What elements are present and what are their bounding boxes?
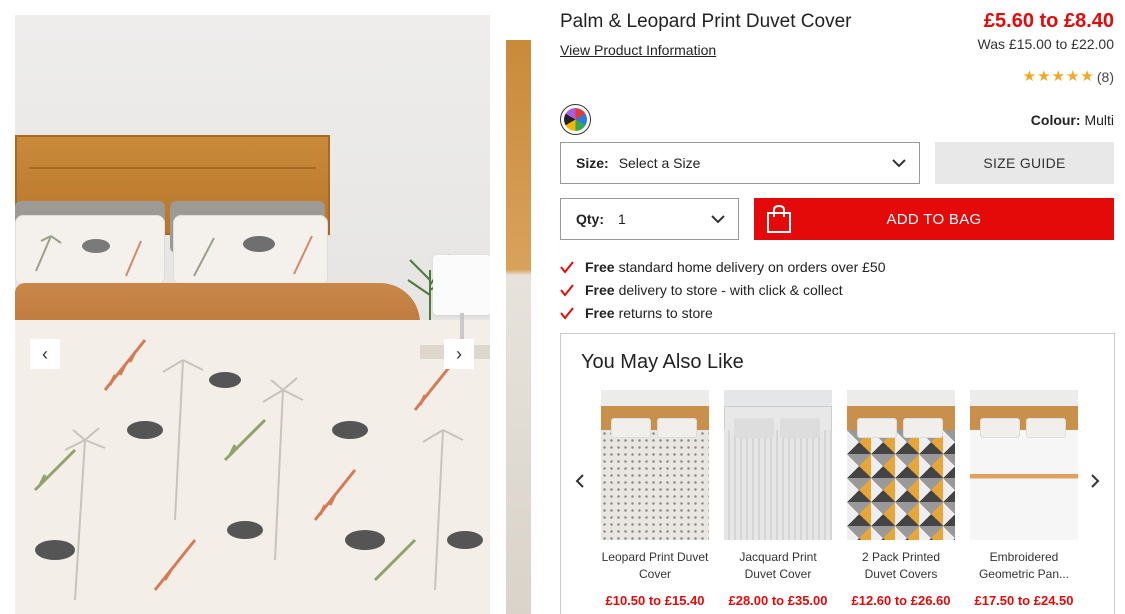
chevron-left-icon: ‹ — [42, 343, 48, 364]
recommendation-card[interactable]: Jacquard Print Duvet Cover £28.00 to £35… — [724, 390, 832, 608]
view-product-information-link[interactable]: View Product Information — [560, 42, 716, 58]
product-gallery: ‹ › — [15, 15, 490, 614]
star-icon: ★ — [1080, 68, 1094, 85]
colour-label: Colour: Multi — [1031, 112, 1114, 128]
recommendation-image[interactable] — [847, 390, 955, 540]
recommendation-card[interactable]: 2 Pack Printed Duvet Covers £12.60 to £2… — [847, 390, 955, 608]
delivery-item: Free returns to store — [560, 301, 886, 324]
chevron-left-icon — [575, 474, 584, 488]
gallery-next-button[interactable]: › — [444, 339, 474, 369]
recommendation-price: £17.50 to £24.50 — [974, 593, 1074, 608]
review-count[interactable]: (8) — [1097, 69, 1114, 85]
recommendation-name[interactable]: Embroidered Geometric Pan... — [970, 549, 1078, 585]
recommendations-title: You May Also Like — [581, 351, 744, 373]
qty-label: Qty: — [576, 211, 604, 227]
delivery-free: Free — [585, 304, 615, 321]
image-pillow — [173, 215, 328, 285]
star-icon: ★ — [1022, 68, 1037, 85]
recommendations-next-button[interactable] — [1085, 471, 1105, 491]
chevron-right-icon: › — [456, 343, 462, 364]
colour-label-key: Colour: — [1030, 112, 1081, 128]
size-guide-button[interactable]: SIZE GUIDE — [935, 142, 1114, 184]
checkmark-icon — [560, 260, 574, 274]
recommendation-price: £10.50 to £15.40 — [605, 593, 705, 608]
recommendation-image[interactable] — [724, 390, 832, 540]
delivery-item: Free delivery to store - with click & co… — [560, 278, 886, 301]
gallery-prev-button[interactable]: ‹ — [30, 339, 60, 369]
colour-swatch-multi[interactable] — [560, 104, 591, 135]
delivery-text: standard home delivery on orders over £5… — [618, 258, 886, 275]
image-duvet — [15, 320, 490, 614]
add-to-bag-button[interactable]: ADD TO BAG — [754, 198, 1114, 240]
checkmark-icon — [560, 306, 574, 320]
next-product-image-peek[interactable] — [506, 40, 531, 614]
colour-value: Multi — [1084, 112, 1114, 128]
product-title: Palm & Leopard Print Duvet Cover — [560, 11, 852, 32]
multicolour-swatch-icon — [564, 108, 587, 131]
recommendation-name[interactable]: Jacquard Print Duvet Cover — [724, 549, 832, 585]
recommendation-name[interactable]: 2 Pack Printed Duvet Covers — [847, 549, 955, 585]
star-icon: ★ — [1065, 68, 1080, 85]
size-label: Size: — [576, 155, 609, 171]
image-pillow — [15, 215, 165, 285]
chevron-down-icon — [892, 159, 906, 168]
delivery-free: Free — [585, 258, 615, 275]
size-dropdown[interactable]: Size: Select a Size — [560, 142, 920, 184]
delivery-info: Free standard home delivery on orders ov… — [560, 255, 886, 324]
chevron-down-icon — [711, 215, 725, 224]
product-rating[interactable]: ★ ★ ★ ★ ★ (8) — [1022, 68, 1114, 86]
recommendation-image[interactable] — [601, 390, 709, 540]
product-price: £5.60 to £8.40 — [983, 10, 1114, 32]
recommendation-price: £12.60 to £26.60 — [851, 593, 951, 608]
qty-value: 1 — [618, 211, 626, 227]
recommendations-panel: You May Also Like Leopard Print Duvet Co… — [560, 333, 1115, 614]
recommendations-prev-button[interactable] — [570, 471, 590, 491]
add-to-bag-label: ADD TO BAG — [886, 210, 982, 228]
chevron-right-icon — [1091, 474, 1100, 488]
main-product-image[interactable] — [15, 15, 490, 614]
delivery-text: returns to store — [618, 304, 713, 321]
delivery-item: Free standard home delivery on orders ov… — [560, 255, 886, 278]
checkmark-icon — [560, 283, 574, 297]
quantity-dropdown[interactable]: Qty: 1 — [560, 198, 739, 240]
shopping-bag-icon — [767, 204, 791, 233]
star-icon: ★ — [1051, 68, 1065, 85]
recommendation-card[interactable]: Leopard Print Duvet Cover £10.50 to £15.… — [601, 390, 709, 608]
delivery-free: Free — [585, 281, 615, 298]
size-value: Select a Size — [618, 155, 701, 171]
image-lamp — [433, 255, 490, 315]
recommendation-price: £28.00 to £35.00 — [728, 593, 828, 608]
delivery-text: delivery to store - with click & collect — [618, 281, 843, 298]
recommendation-image[interactable] — [970, 390, 1078, 540]
was-price: Was £15.00 to £22.00 — [977, 36, 1114, 52]
recommendation-card[interactable]: Embroidered Geometric Pan... £17.50 to £… — [970, 390, 1078, 608]
recommendation-name[interactable]: Leopard Print Duvet Cover — [601, 549, 709, 585]
star-icon: ★ — [1037, 68, 1051, 85]
